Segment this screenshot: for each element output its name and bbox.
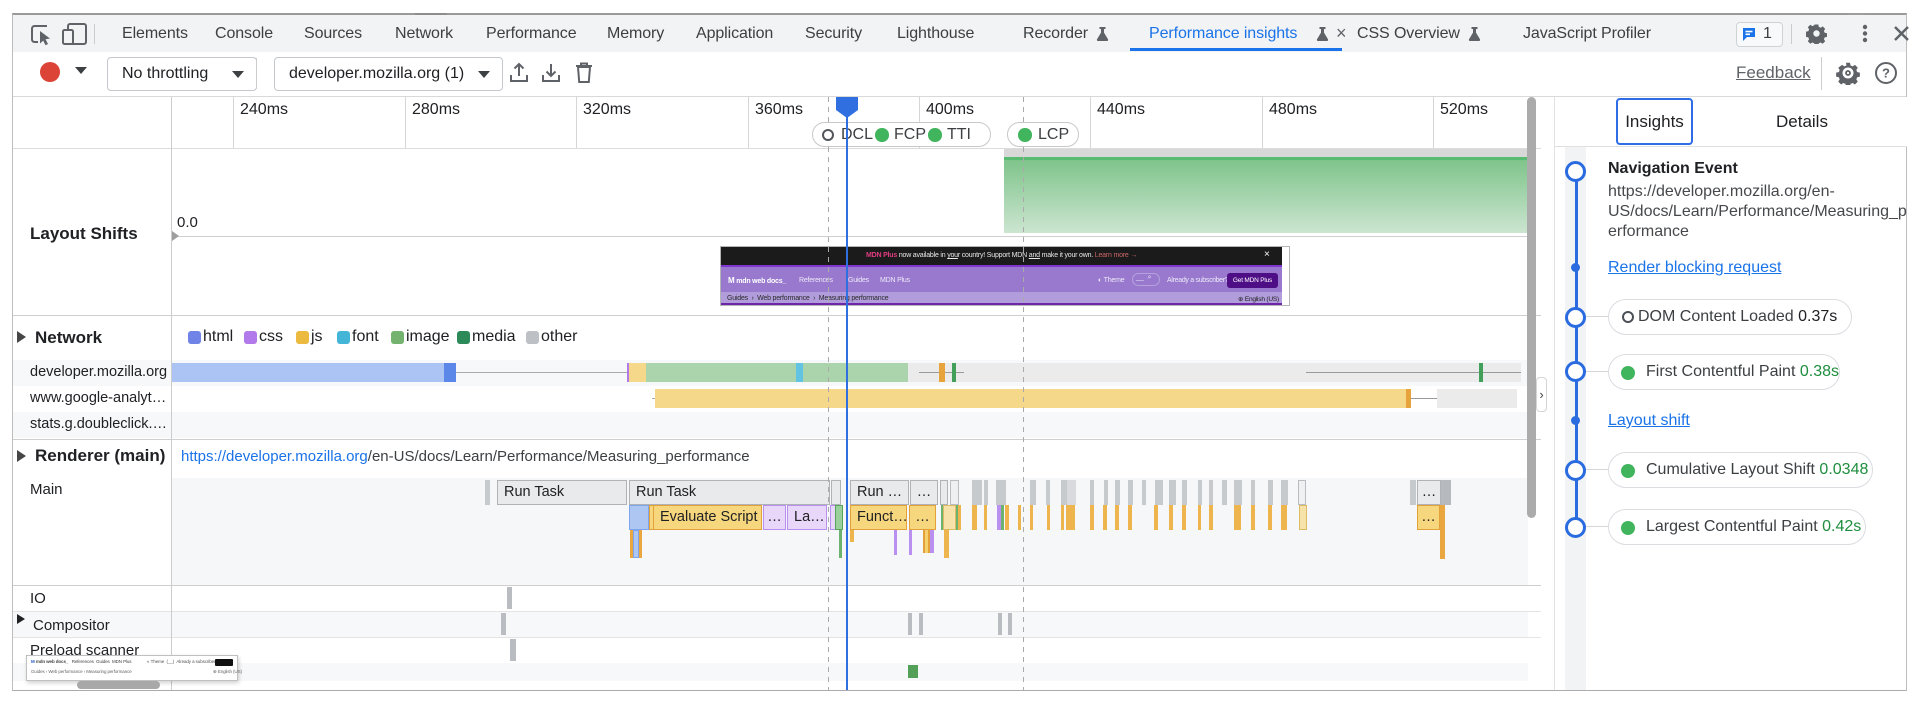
svg-text:?: ? (1882, 66, 1890, 81)
